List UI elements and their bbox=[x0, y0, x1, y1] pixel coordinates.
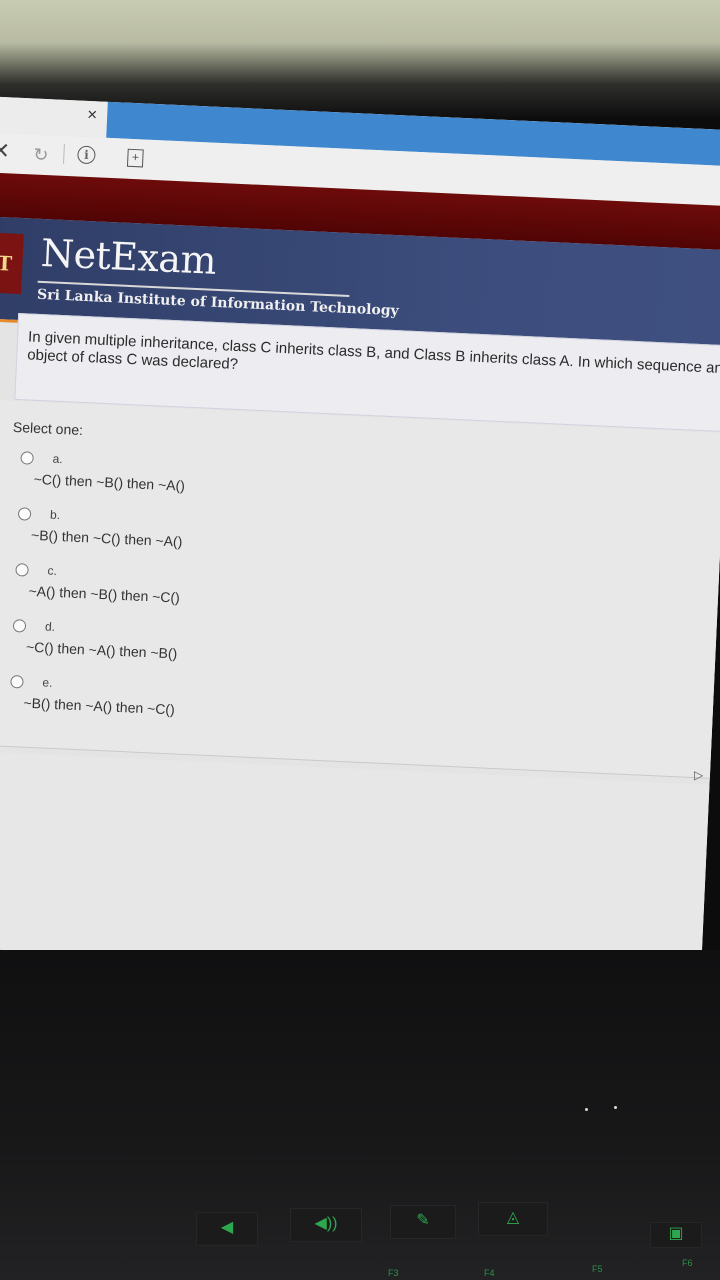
key-label: F4 bbox=[484, 1268, 495, 1278]
key-label: F3 bbox=[388, 1268, 399, 1278]
option-a[interactable]: a. ~C() then ~B() then ~A() bbox=[19, 451, 321, 511]
select-one-label: Select one: bbox=[12, 418, 84, 439]
key-mic-mute[interactable]: ✎ bbox=[390, 1205, 456, 1239]
option-letter: b. bbox=[49, 507, 61, 523]
option-e[interactable]: e. ~B() then ~A() then ~C() bbox=[9, 674, 311, 735]
key-label: F5 bbox=[592, 1264, 603, 1274]
laptop-screen: × ✕ ↻ i + IIT NetExam Sri Lanka Institut… bbox=[0, 96, 720, 982]
radio-button[interactable] bbox=[20, 451, 34, 465]
option-text: ~B() then ~A() then ~C() bbox=[23, 694, 176, 718]
tab-close-icon[interactable]: × bbox=[87, 105, 98, 125]
option-c[interactable]: c. ~A() then ~B() then ~C() bbox=[14, 563, 316, 623]
stop-icon[interactable]: ✕ bbox=[0, 138, 11, 164]
status-light bbox=[585, 1108, 588, 1111]
option-b[interactable]: b. ~B() then ~C() then ~A() bbox=[16, 507, 318, 567]
institute-name: Sri Lanka Institute of Information Techn… bbox=[36, 286, 400, 320]
brand-title[interactable]: NetExam bbox=[40, 231, 217, 283]
option-text: ~C() then ~A() then ~B() bbox=[25, 638, 178, 662]
option-text: ~A() then ~B() then ~C() bbox=[28, 582, 181, 606]
option-letter: a. bbox=[52, 451, 63, 467]
option-text: ~C() then ~B() then ~A() bbox=[33, 470, 186, 494]
radio-button[interactable] bbox=[15, 563, 29, 577]
option-letter: c. bbox=[47, 563, 58, 578]
mouse-cursor-icon: ▷ bbox=[694, 768, 704, 782]
page-empty-area bbox=[0, 750, 710, 982]
institute-logo: IIT bbox=[0, 231, 24, 295]
logo-text: IIT bbox=[0, 250, 14, 276]
browser-tab[interactable]: × bbox=[0, 96, 108, 138]
laptop-keyboard-area: ◀ ◀)) ✎ ◬ ▣ F3 F4 F5 F6 bbox=[0, 950, 720, 1280]
reload-icon[interactable]: ↻ bbox=[33, 142, 49, 167]
key-label: F6 bbox=[682, 1258, 693, 1268]
key-f6[interactable]: ▣ bbox=[650, 1222, 702, 1248]
status-light bbox=[614, 1106, 617, 1109]
key-f5[interactable]: ◬ bbox=[478, 1202, 548, 1236]
radio-button[interactable] bbox=[12, 619, 27, 633]
page-action-icon[interactable]: + bbox=[126, 148, 144, 168]
info-icon[interactable]: i bbox=[77, 145, 96, 165]
option-text: ~B() then ~C() then ~A() bbox=[30, 526, 183, 550]
option-letter: e. bbox=[42, 675, 53, 690]
option-d[interactable]: d. ~C() then ~A() then ~B() bbox=[11, 619, 313, 679]
key-volume-down[interactable]: ◀ bbox=[196, 1212, 258, 1246]
radio-button[interactable] bbox=[10, 674, 24, 689]
radio-button[interactable] bbox=[17, 507, 32, 521]
toolbar-divider bbox=[63, 143, 65, 164]
answer-panel: Select one: a. ~C() then ~B() then ~A() … bbox=[0, 400, 720, 779]
quiz-content: ed n In given multiple inheritance, clas… bbox=[0, 312, 720, 982]
key-volume-up[interactable]: ◀)) bbox=[290, 1208, 362, 1242]
option-letter: d. bbox=[44, 619, 56, 634]
